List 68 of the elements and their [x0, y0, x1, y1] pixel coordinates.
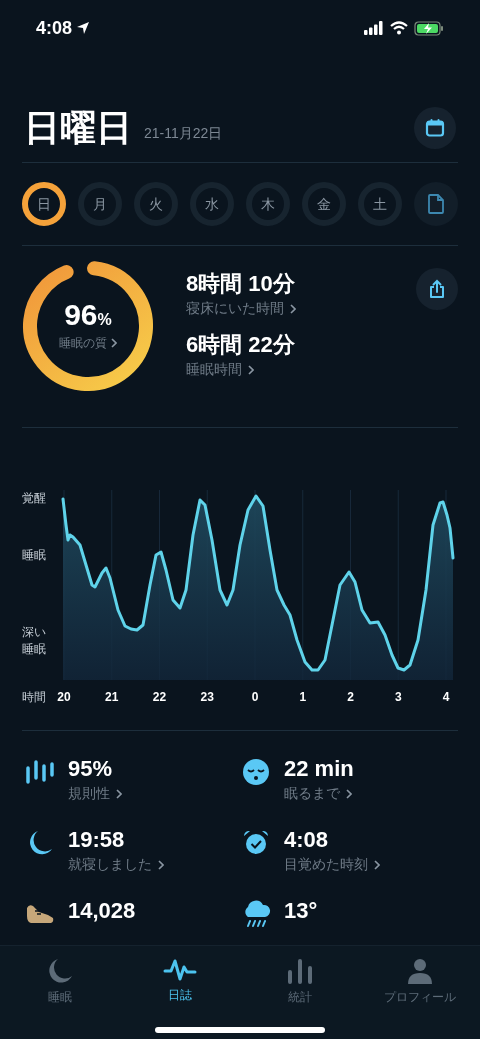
- axis-label: 睡眠: [22, 547, 47, 564]
- day-button[interactable]: 日: [22, 182, 66, 226]
- day-button[interactable]: 月: [78, 182, 122, 226]
- day-button[interactable]: 火: [134, 182, 178, 226]
- axis-label: 4: [442, 689, 450, 706]
- axis-label: 3: [394, 689, 402, 706]
- axis-label: 1: [299, 689, 307, 706]
- bar-chart-icon: [287, 958, 313, 984]
- alarm-clock-icon: [242, 829, 270, 857]
- date-text: 21-11月22日: [144, 124, 223, 143]
- tab[interactable]: 睡眠: [0, 946, 120, 1039]
- stat-link[interactable]: 規則性: [68, 783, 122, 804]
- axis-label: 20: [57, 689, 71, 706]
- chevron-icon: [346, 788, 352, 799]
- stat-value: 4:08: [284, 826, 330, 854]
- bars-icon: [25, 760, 55, 784]
- wifi-icon: [390, 21, 408, 35]
- stat-link[interactable]: 眠るまで: [284, 783, 352, 804]
- chevron-icon: [290, 303, 296, 314]
- day-button[interactable]: 金: [302, 182, 346, 226]
- chevron-icon: [111, 338, 117, 348]
- chevron-icon: [374, 859, 380, 870]
- status-time: 4:08: [36, 16, 73, 40]
- sleepy-face-icon: [242, 758, 270, 786]
- stat-value: 19:58: [68, 826, 126, 854]
- tab[interactable]: 日誌: [120, 946, 240, 1039]
- duration-value: 8時間 10分: [186, 270, 296, 298]
- tab[interactable]: 統計: [240, 946, 360, 1039]
- duration-link[interactable]: 寝床にいた時間: [186, 298, 296, 319]
- document-icon: [428, 194, 444, 214]
- signal-icon: [364, 21, 384, 35]
- stat-value: 95%: [68, 755, 114, 783]
- report-button[interactable]: [414, 182, 458, 226]
- axis-label: 21: [105, 689, 119, 706]
- calendar-icon: [425, 118, 445, 138]
- day-button[interactable]: 土: [358, 182, 402, 226]
- duration-link[interactable]: 睡眠時間: [186, 359, 254, 380]
- day-title: 日曜日: [24, 110, 132, 146]
- day-button[interactable]: 木: [246, 182, 290, 226]
- wave-icon: [163, 958, 197, 982]
- axis-label: 深い睡眠: [22, 624, 47, 658]
- axis-title: 時間: [22, 689, 46, 706]
- axis-label: 0: [251, 689, 259, 706]
- duration-value: 6時間 22分: [186, 331, 296, 359]
- location-arrow-icon: [76, 21, 91, 35]
- quality-link[interactable]: 睡眠の質: [59, 334, 117, 352]
- chevron-icon: [116, 788, 122, 799]
- share-button[interactable]: [416, 268, 458, 310]
- chevron-icon: [248, 364, 254, 375]
- axis-label: 23: [200, 689, 214, 706]
- share-icon: [428, 279, 446, 299]
- battery-charging-icon: [414, 20, 444, 36]
- shoe-icon: [25, 902, 55, 926]
- stat-link[interactable]: 就寝しました: [68, 854, 164, 875]
- axis-label: 22: [152, 689, 167, 706]
- stat-value: 14,028: [68, 897, 136, 925]
- day-button[interactable]: 水: [190, 182, 234, 226]
- tab[interactable]: プロフィール: [360, 946, 480, 1039]
- axis-label: 覚醒: [22, 490, 47, 507]
- stat-value: 13°: [284, 897, 318, 925]
- chevron-icon: [158, 859, 164, 870]
- axis-label: 2: [347, 689, 354, 706]
- stat-link[interactable]: 目覚めた時刻: [284, 854, 380, 875]
- person-icon: [407, 958, 433, 984]
- stat-value: 22 min: [284, 755, 354, 783]
- calendar-button[interactable]: [414, 107, 456, 149]
- moon-icon: [47, 958, 73, 984]
- quality-value: 96%: [64, 300, 112, 330]
